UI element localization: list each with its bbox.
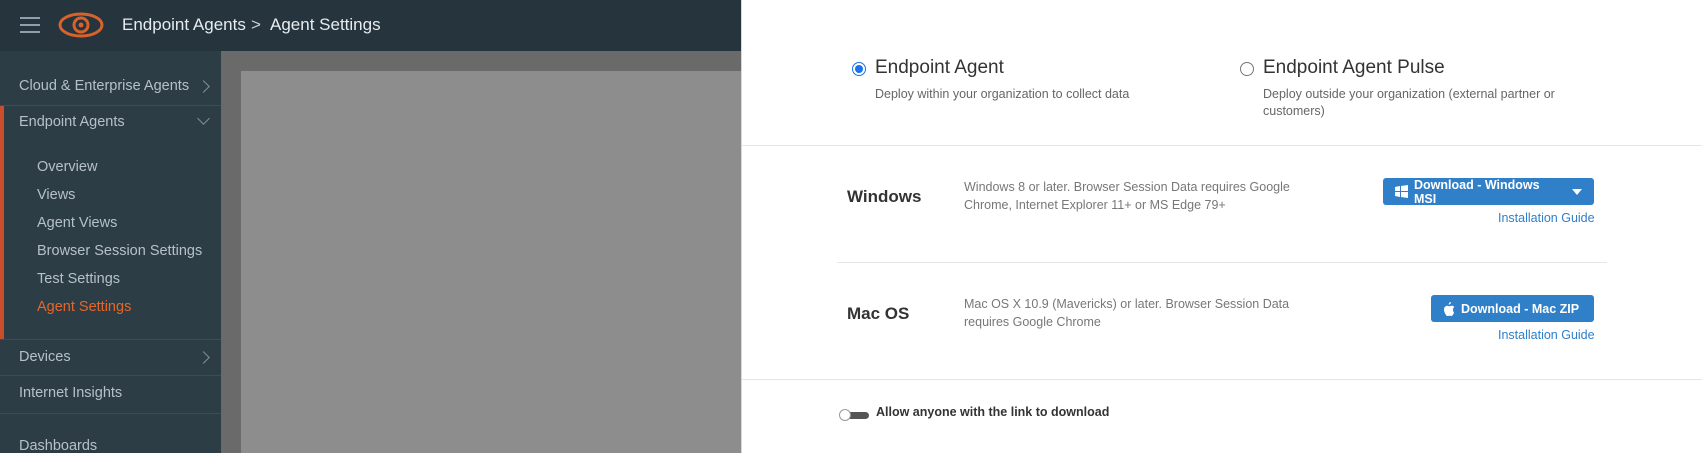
toggle-knob bbox=[839, 409, 851, 421]
download-windows-msi-label: Download - Windows MSI bbox=[1414, 177, 1540, 206]
mac-platform-title: Mac OS bbox=[847, 304, 910, 323]
endpoint-agent-pulse-option-desc: Deploy outside your organization (extern… bbox=[1263, 87, 1555, 118]
sidebar-item-dashboards[interactable]: Dashboards bbox=[19, 438, 97, 453]
dimmed-content-panel bbox=[241, 71, 741, 453]
agent-download-drawer: Endpoint Agent Deploy within your organi… bbox=[741, 0, 1702, 453]
sidebar-subitem-overview[interactable]: Overview bbox=[37, 159, 97, 175]
sidebar-subitem-agent-settings[interactable]: Agent Settings bbox=[37, 299, 131, 315]
windows-platform-title: Windows bbox=[847, 187, 922, 206]
endpoint-agent-option-desc: Deploy within your organization to colle… bbox=[875, 87, 1130, 101]
platform-divider bbox=[837, 262, 1607, 263]
sidebar-item-internet-insights[interactable]: Internet Insights bbox=[19, 385, 122, 401]
windows-platform-desc: Windows 8 or later. Browser Session Data… bbox=[964, 180, 1290, 212]
endpoint-agent-radio[interactable] bbox=[852, 62, 866, 76]
sidebar-subitem-agent-views[interactable]: Agent Views bbox=[37, 215, 117, 231]
section-divider bbox=[742, 379, 1702, 380]
modal-backdrop[interactable] bbox=[221, 51, 741, 453]
sidebar-divider bbox=[0, 375, 221, 376]
sidebar-subitem-views[interactable]: Views bbox=[37, 187, 75, 203]
sidebar-subitem-test-settings[interactable]: Test Settings bbox=[37, 271, 120, 287]
sidebar-divider bbox=[0, 105, 221, 106]
eye-logo-icon[interactable] bbox=[58, 11, 104, 39]
breadcrumb-endpoint-agents[interactable]: Endpoint Agents bbox=[122, 15, 246, 35]
sidebar-item-cloud-enterprise-agents[interactable]: Cloud & Enterprise Agents bbox=[19, 78, 189, 94]
sidebar-item-devices[interactable]: Devices bbox=[19, 349, 71, 365]
download-windows-msi-button[interactable]: Download - Windows MSI bbox=[1383, 177, 1594, 206]
windows-icon bbox=[1395, 185, 1408, 198]
section-divider bbox=[742, 145, 1702, 146]
mac-installation-guide-link[interactable]: Installation Guide bbox=[1498, 328, 1595, 342]
windows-installation-guide-link[interactable]: Installation Guide bbox=[1498, 211, 1595, 225]
sidebar-item-endpoint-agents[interactable]: Endpoint Agents bbox=[19, 114, 125, 130]
chevron-down-icon[interactable] bbox=[197, 112, 210, 125]
top-header: Endpoint Agents > Agent Settings bbox=[0, 0, 741, 51]
mac-platform-desc: Mac OS X 10.9 (Mavericks) or later. Brow… bbox=[964, 297, 1290, 329]
apple-icon bbox=[1443, 301, 1455, 316]
chevron-right-icon[interactable] bbox=[197, 80, 210, 93]
hamburger-menu-icon[interactable] bbox=[20, 17, 40, 33]
download-mac-zip-label: Download - Mac ZIP bbox=[1461, 301, 1580, 316]
sidebar-divider bbox=[0, 413, 221, 414]
caret-down-icon[interactable] bbox=[1572, 188, 1582, 195]
breadcrumb-agent-settings: Agent Settings bbox=[270, 15, 381, 34]
chevron-right-icon[interactable] bbox=[197, 351, 210, 364]
endpoint-agent-pulse-option-title[interactable]: Endpoint Agent Pulse bbox=[1263, 57, 1445, 79]
sidebar: Cloud & Enterprise Agents Endpoint Agent… bbox=[0, 51, 221, 453]
allow-link-download-toggle[interactable] bbox=[839, 409, 869, 421]
allow-link-download-label[interactable]: Allow anyone with the link to download bbox=[876, 405, 1109, 419]
endpoint-agent-option-title[interactable]: Endpoint Agent bbox=[875, 57, 1004, 79]
active-section-indicator bbox=[0, 106, 4, 340]
sidebar-subitem-browser-session-settings[interactable]: Browser Session Settings bbox=[37, 243, 202, 259]
sidebar-divider bbox=[0, 339, 221, 340]
download-mac-zip-button[interactable]: Download - Mac ZIP bbox=[1431, 295, 1594, 322]
breadcrumb-separator: > bbox=[251, 15, 261, 34]
endpoint-agent-pulse-radio[interactable] bbox=[1240, 62, 1254, 76]
